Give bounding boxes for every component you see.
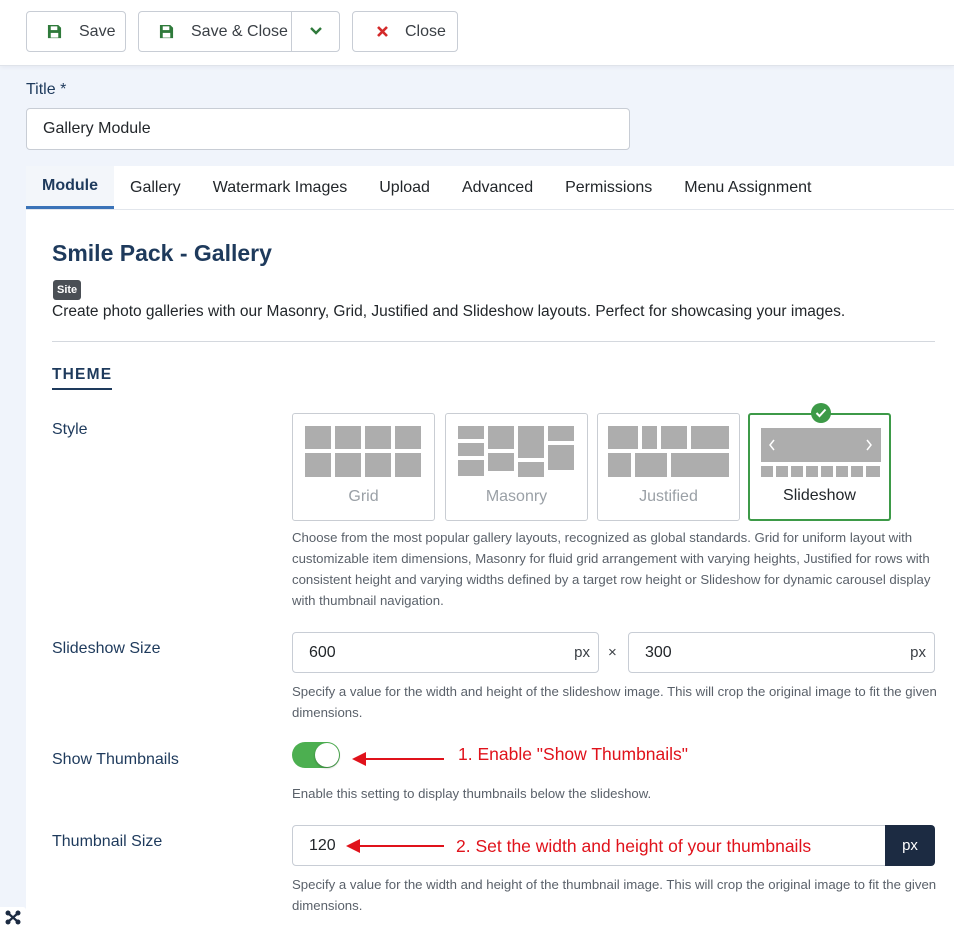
divider: [52, 341, 935, 342]
show-thumbnails-help-text: Enable this setting to display thumbnail…: [292, 786, 652, 801]
tab-bar: Module Gallery Watermark Images Upload A…: [26, 166, 954, 210]
section-heading-theme: THEME: [52, 366, 113, 390]
tab-upload[interactable]: Upload: [363, 166, 446, 209]
annotation-arrow-icon: [352, 752, 444, 766]
tab-permissions[interactable]: Permissions: [549, 166, 668, 209]
save-options-dropdown-toggle[interactable]: [292, 12, 339, 51]
joomla-logo-icon: [0, 907, 26, 926]
floppy-disk-icon: [45, 23, 63, 41]
style-option-label: Slideshow: [783, 487, 856, 504]
checkmark-icon: [811, 403, 831, 423]
show-thumbnails-label: Show Thumbnails: [52, 751, 179, 768]
style-option-justified[interactable]: Justified: [597, 413, 740, 521]
style-option-masonry[interactable]: Masonry: [445, 413, 588, 521]
close-button[interactable]: Close: [352, 11, 458, 52]
save-close-button-label: Save & Close: [191, 22, 288, 40]
slideshow-height-input[interactable]: 300 px: [628, 632, 935, 673]
style-label: Style: [52, 421, 88, 438]
style-help-text: Choose from the most popular gallery lay…: [292, 530, 931, 608]
title-label: Title *: [26, 81, 67, 98]
tab-advanced[interactable]: Advanced: [446, 166, 549, 209]
chevron-down-icon: [309, 23, 323, 41]
unit-label: px: [910, 644, 926, 661]
slideshow-size-help-text: Specify a value for the width and height…: [292, 684, 937, 720]
floppy-disk-icon: [157, 23, 175, 41]
style-option-label: Grid: [348, 488, 379, 505]
show-thumbnails-toggle[interactable]: [292, 742, 340, 768]
thumbnail-size-help-text: Specify a value for the width and height…: [292, 877, 937, 913]
save-close-button[interactable]: Save & Close: [139, 12, 293, 51]
close-button-label: Close: [405, 22, 446, 40]
unit-label: px: [574, 644, 590, 661]
style-option-label: Justified: [639, 488, 698, 505]
save-button-label: Save: [79, 22, 116, 40]
thumbnail-size-label: Thumbnail Size: [52, 833, 163, 850]
title-input[interactable]: Gallery Module: [26, 108, 630, 150]
tab-gallery[interactable]: Gallery: [114, 166, 197, 209]
tab-menu-assignment[interactable]: Menu Assignment: [668, 166, 827, 209]
toolbar: Save Save & Close Close: [0, 0, 954, 66]
thumbnail-size-value: 120: [309, 836, 336, 854]
slideshow-width-input[interactable]: 600 px: [292, 632, 599, 673]
tab-module[interactable]: Module: [26, 166, 114, 209]
slideshow-width-value: 600: [309, 643, 336, 661]
tab-watermark-images[interactable]: Watermark Images: [197, 166, 364, 209]
site-badge: Site: [53, 280, 82, 300]
annotation-step-1: 1. Enable "Show Thumbnails": [458, 744, 689, 764]
save-button[interactable]: Save: [26, 11, 126, 52]
module-panel: Module Gallery Watermark Images Upload A…: [26, 166, 954, 926]
annotation-arrow-icon: [346, 839, 444, 853]
module-description: Create photo galleries with our Masonry,…: [52, 303, 846, 320]
toggle-knob: [315, 743, 339, 767]
close-icon: [373, 23, 391, 41]
module-title: Smile Pack - Gallery: [52, 240, 272, 266]
annotation-step-2: 2. Set the width and height of your thum…: [456, 836, 812, 856]
slideshow-size-label: Slideshow Size: [52, 640, 161, 657]
thumbnail-unit-addon: px: [885, 825, 935, 866]
style-option-slideshow[interactable]: Slideshow: [748, 403, 891, 521]
style-option-grid[interactable]: Grid: [292, 413, 435, 521]
times-separator: ×: [608, 644, 617, 661]
save-close-button-group: Save & Close: [138, 11, 340, 52]
slideshow-height-value: 300: [645, 643, 672, 661]
style-option-label: Masonry: [485, 488, 548, 505]
